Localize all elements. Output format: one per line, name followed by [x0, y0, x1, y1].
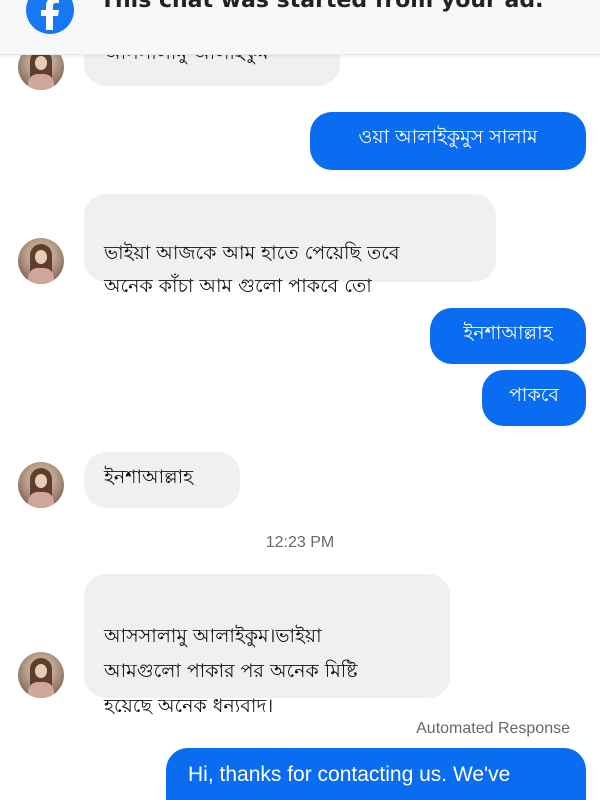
message-timestamp: 12:23 PM — [265, 534, 335, 551]
ad-banner: This chat was started from your ad. — [0, 0, 600, 55]
contact-avatar[interactable] — [18, 238, 64, 284]
incoming-message[interactable]: ইনশাআল্লাহ — [84, 452, 240, 508]
incoming-message[interactable]: আসসালামু আলাইকুম।ভাইয়া আমগুলো পাকার পর … — [84, 574, 450, 717]
message-text: ওয়া আলাইকুমুস সালাম — [358, 126, 538, 148]
outgoing-message[interactable]: ওয়া আলাইকুমুস সালাম — [310, 112, 586, 170]
outgoing-automated-message[interactable]: Hi, thanks for contacting us. We've — [166, 748, 586, 800]
contact-avatar[interactable] — [18, 462, 64, 508]
message-text: পাকবে — [509, 384, 559, 406]
automated-response-label: Automated Response — [416, 720, 570, 737]
ad-banner-text: This chat was started from your ad. — [100, 0, 544, 13]
message-text: ইনশাআল্লাহ — [463, 322, 553, 344]
contact-avatar[interactable] — [18, 652, 64, 698]
incoming-message[interactable]: ভাইয়া আজকে আম হাতে পেয়েছি তবে অনেক কাঁ… — [84, 194, 496, 297]
message-text: আসসালামু আলাইকুম।ভাইয়া আমগুলো পাকার পর … — [104, 625, 358, 717]
message-text: ভাইয়া আজকে আম হাতে পেয়েছি তবে অনেক কাঁ… — [104, 242, 400, 297]
facebook-icon — [26, 0, 74, 34]
message-text: Hi, thanks for contacting us. We've — [188, 763, 511, 786]
outgoing-message[interactable]: ইনশাআল্লাহ — [430, 308, 586, 364]
chat-screen: This chat was started from your ad. আসসা… — [0, 0, 600, 800]
message-text: ইনশাআল্লাহ — [104, 466, 194, 488]
outgoing-message[interactable]: পাকবে — [482, 370, 586, 426]
